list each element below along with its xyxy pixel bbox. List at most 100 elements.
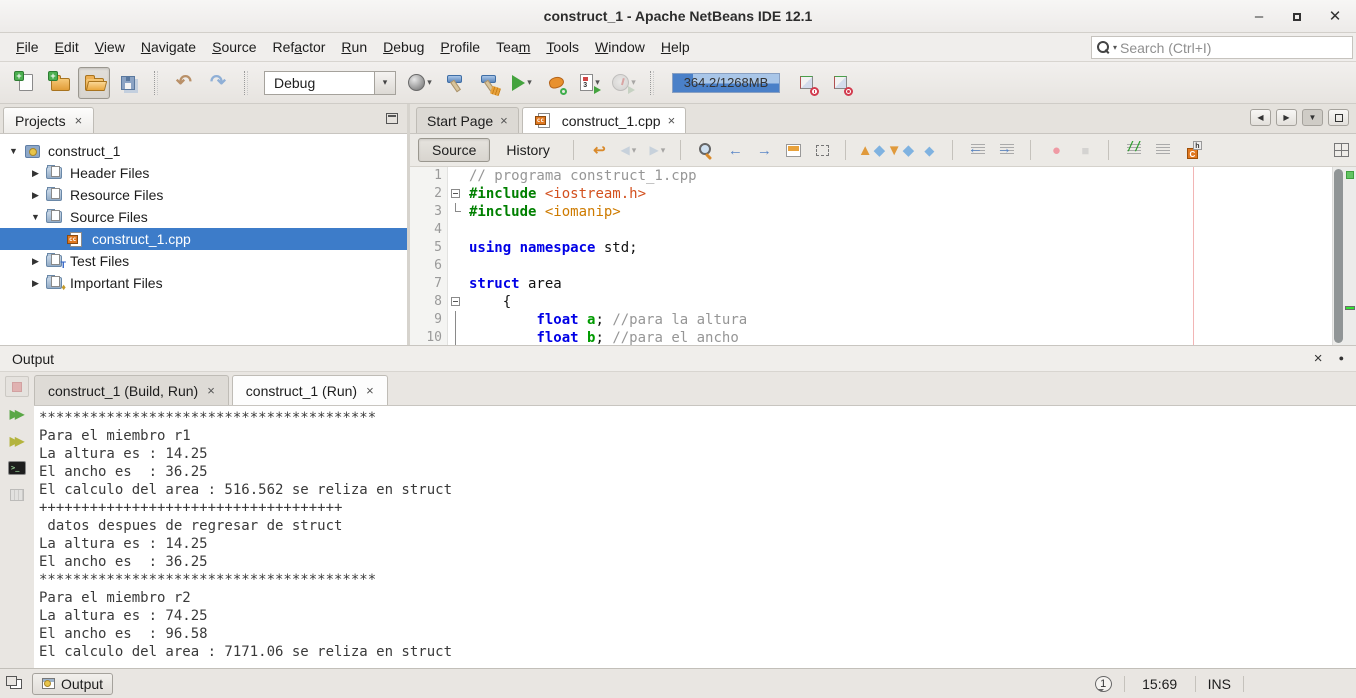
start-macro-recording-button[interactable]: ● (1043, 138, 1070, 162)
expander-icon[interactable]: ▼ (28, 212, 43, 222)
shift-line-right-button[interactable]: → (994, 138, 1021, 162)
save-all-button[interactable] (112, 67, 144, 99)
open-in-terminal-button[interactable]: >_ (5, 457, 29, 478)
profiling-point-record-button[interactable] (824, 67, 856, 99)
menu-tools[interactable]: Tools (538, 35, 587, 59)
toggle-bookmark-button[interactable]: ◆ (916, 138, 943, 162)
build-project-button[interactable] (438, 67, 470, 99)
rerun-with-parameters-button[interactable]: ▶▶ (5, 430, 29, 451)
shift-line-left-button[interactable]: ← (965, 138, 992, 162)
tab-construct-1-cpp[interactable]: construct_1.cpp× (522, 107, 686, 133)
tree-item-source-files[interactable]: ▼Source Files (0, 206, 407, 228)
close-tab-icon[interactable]: × (207, 384, 215, 397)
expander-icon[interactable]: ▶ (28, 168, 43, 179)
clean-build-project-button[interactable] (472, 67, 504, 99)
split-window-icon[interactable] (1334, 143, 1349, 157)
toggle-highlight-search-button[interactable] (780, 138, 807, 162)
tab-start-page[interactable]: Start Page× (416, 107, 519, 133)
next-bookmark-button[interactable]: ▼◆ (887, 138, 914, 162)
previous-bookmark-button[interactable]: ▲◆ (858, 138, 885, 162)
combo-dropdown-icon[interactable]: ▾ (374, 72, 395, 94)
search-input[interactable] (1120, 40, 1347, 56)
toggle-rectangular-selection-button[interactable] (809, 138, 836, 162)
config-combobox[interactable]: Debug▾ (264, 71, 396, 95)
deploy-button[interactable]: ▾ (404, 67, 436, 99)
expander-icon[interactable]: ▶ (28, 190, 43, 201)
projects-tab[interactable]: Projects × (3, 107, 94, 133)
profiling-point-time-button[interactable] (790, 67, 822, 99)
maximize-window-button[interactable] (1328, 109, 1349, 126)
notifications-icon[interactable]: 1 (1095, 676, 1112, 692)
find-selection-button[interactable] (693, 138, 720, 162)
code-editor[interactable]: 1// programa construct_1.cpp2#include <i… (410, 167, 1356, 345)
fold-margin (448, 185, 465, 203)
scrollbar-thumb[interactable] (1334, 169, 1343, 343)
fold-collapse-icon[interactable] (451, 189, 460, 198)
quick-search-box[interactable]: ▾ (1091, 36, 1353, 59)
maximize-button[interactable] (1290, 9, 1304, 24)
menu-window[interactable]: Window (587, 35, 653, 59)
comment-button[interactable]: // (1121, 138, 1148, 162)
find-previous-occurrence-button[interactable]: ← (722, 138, 749, 162)
scroll-tabs-right-button[interactable]: ▶ (1276, 109, 1297, 126)
menu-file[interactable]: File (8, 35, 47, 59)
output-tab-run[interactable]: construct_1 (Run)× (232, 375, 388, 405)
rerun-button[interactable]: ▶▶ (5, 403, 29, 424)
tree-item-construct-1-cpp[interactable]: construct_1.cpp (0, 228, 407, 250)
menu-refactor[interactable]: Refactor (264, 35, 333, 59)
menu-run[interactable]: Run (333, 35, 375, 59)
tree-item-test-files[interactable]: ▶TTest Files (0, 250, 407, 272)
close-tab-icon[interactable]: × (668, 114, 676, 127)
debug-project-button[interactable] (540, 67, 572, 99)
expander-icon[interactable]: ▶ (28, 278, 43, 289)
profile-project-button[interactable]: ▾ (574, 67, 606, 99)
last-edit-location-button[interactable]: ↩ (586, 138, 613, 162)
opened-documents-list-button[interactable]: ▼ (1302, 109, 1323, 126)
close-output-icon[interactable]: × (1314, 351, 1323, 366)
close-tab-icon[interactable]: × (366, 384, 374, 397)
find-next-occurrence-button[interactable]: → (751, 138, 778, 162)
source-view-button[interactable]: Source (418, 138, 490, 162)
close-projects-tab-icon[interactable]: × (75, 114, 83, 127)
menu-help[interactable]: Help (653, 35, 698, 59)
expander-icon[interactable]: ▶ (28, 256, 43, 267)
close-button[interactable]: ✕ (1328, 9, 1342, 24)
history-view-button[interactable]: History (492, 138, 564, 162)
expander-icon[interactable]: ▼ (6, 146, 21, 156)
status-bar: Output 1 15:69 INS (0, 668, 1356, 698)
menu-debug[interactable]: Debug (375, 35, 432, 59)
menu-profile[interactable]: Profile (432, 35, 488, 59)
run-project-button[interactable]: ▾ (506, 67, 538, 99)
new-project-button[interactable]: + (44, 67, 76, 99)
console-output[interactable]: ****************************************… (34, 406, 1356, 668)
tree-item-header-files[interactable]: ▶Header Files (0, 162, 407, 184)
memory-indicator[interactable]: 364.2/1268MB (672, 73, 780, 93)
editor-area: Start Page×construct_1.cpp× ◀ ▶ ▼ Source H… (410, 104, 1356, 345)
search-dropdown-icon[interactable]: ▾ (1113, 43, 1117, 52)
close-tab-icon[interactable]: × (500, 114, 508, 127)
minimize-button[interactable]: – (1252, 9, 1266, 24)
undo-button[interactable]: ↶ (168, 67, 200, 99)
open-project-button[interactable] (78, 67, 110, 99)
menu-edit[interactable]: Edit (47, 35, 87, 59)
new-file-button[interactable]: + (10, 67, 42, 99)
minimize-panel-icon[interactable] (386, 113, 398, 124)
uncomment-button[interactable] (1150, 138, 1177, 162)
menu-source[interactable]: Source (204, 35, 264, 59)
tree-item-project-construct-1[interactable]: ▼construct_1 (0, 140, 407, 162)
scroll-tabs-left-button[interactable]: ◀ (1250, 109, 1271, 126)
output-tab-build-run[interactable]: construct_1 (Build, Run)× (34, 375, 229, 405)
editor-scrollbar[interactable] (1332, 167, 1344, 345)
redo-button[interactable]: ↷ (202, 67, 234, 99)
menu-view[interactable]: View (87, 35, 133, 59)
tree-item-resource-files[interactable]: ▶Resource Files (0, 184, 407, 206)
tree-item-important-files[interactable]: ▶♦Important Files (0, 272, 407, 294)
menu-navigate[interactable]: Navigate (133, 35, 204, 59)
output-minimized-button[interactable]: Output (32, 673, 113, 695)
toolbar-separator (680, 140, 684, 160)
fold-collapse-icon[interactable] (451, 297, 460, 306)
insert-code-button[interactable]: Ch (1179, 138, 1206, 162)
dock-panel-icon[interactable] (10, 679, 22, 689)
menu-team[interactable]: Team (488, 35, 538, 59)
output-window-menu-icon[interactable]: ● (1339, 354, 1344, 363)
